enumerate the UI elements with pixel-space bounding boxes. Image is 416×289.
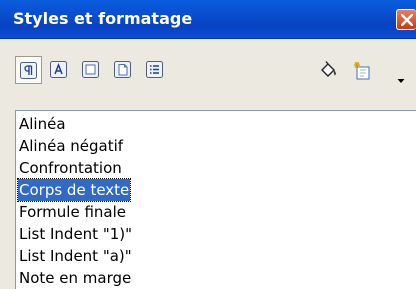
list-styles-button[interactable] — [142, 56, 169, 84]
list-item-selected[interactable]: Corps de texte — [16, 178, 132, 202]
window-title: Styles et formatage — [13, 9, 193, 28]
page-styles-button[interactable] — [110, 56, 137, 84]
list-item[interactable]: Note en marge — [19, 267, 131, 289]
list-item[interactable]: Alinéa — [19, 113, 66, 135]
paragraph-styles-icon — [20, 62, 37, 79]
close-icon — [401, 14, 413, 26]
page-styles-icon — [114, 61, 131, 78]
new-style-from-selection-icon — [354, 62, 370, 80]
new-style-dropdown-arrow[interactable] — [396, 70, 406, 83]
frame-styles-icon — [82, 61, 99, 78]
character-styles-button[interactable] — [46, 56, 73, 84]
new-style-from-selection-button[interactable] — [348, 56, 378, 84]
title-bar[interactable]: Styles et formatage — [0, 0, 416, 39]
list-item[interactable]: Confrontation — [19, 157, 122, 179]
paragraph-styles-button[interactable] — [15, 56, 42, 84]
list-styles-icon — [146, 61, 163, 78]
fill-format-mode-icon — [321, 61, 336, 77]
list-item[interactable]: Formule finale — [19, 201, 126, 223]
styles-list[interactable]: Alinéa Alinéa négatif Confrontation Corp… — [15, 110, 416, 289]
styles-formatting-panel: Styles et formatage Alinéa Alinéa négati… — [0, 0, 416, 289]
list-item[interactable]: Alinéa négatif — [19, 135, 123, 157]
close-button[interactable] — [396, 9, 416, 30]
frame-styles-button[interactable] — [78, 56, 105, 84]
list-item[interactable]: List Indent "1)" — [19, 223, 132, 245]
chevron-down-icon — [397, 79, 405, 83]
list-item[interactable]: List Indent "a)" — [19, 245, 132, 267]
fill-format-mode-button[interactable] — [315, 56, 342, 84]
character-styles-icon — [50, 61, 67, 78]
